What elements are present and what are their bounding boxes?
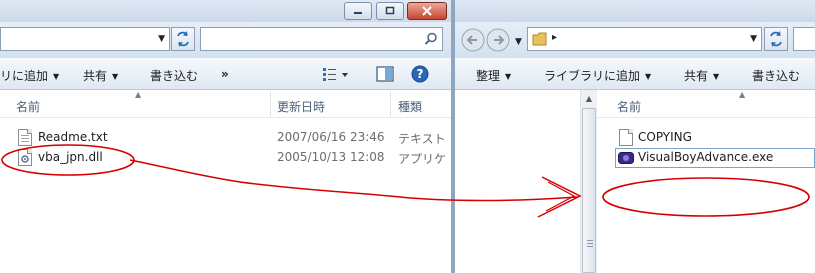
- add-to-library-label: リに追加: [0, 69, 49, 83]
- sort-ascending-icon: ▲: [135, 90, 142, 99]
- refresh-icon: [770, 31, 782, 47]
- file-name: vba_jpn.dll: [38, 150, 103, 164]
- left-address-bar: ▼: [0, 22, 451, 58]
- file-type: テキスト: [398, 132, 446, 146]
- folder-icon: [532, 32, 547, 46]
- close-button[interactable]: [407, 2, 447, 20]
- refresh-icon: [177, 31, 189, 47]
- file-name: VisualBoyAdvance.exe: [638, 150, 774, 164]
- organize-label: 整理: [476, 69, 501, 83]
- sort-ascending-icon: ▲: [739, 90, 746, 99]
- right-file-list: ▲ 名前 COPYING VisualBoyAdvance.exe: [597, 90, 815, 273]
- column-divider[interactable]: [270, 92, 271, 116]
- close-icon: [422, 6, 432, 16]
- right-column-header: ▲ 名前: [597, 90, 815, 118]
- chevron-down-icon: ▼: [505, 72, 512, 81]
- grip-line: [587, 240, 593, 241]
- minimize-button[interactable]: [344, 2, 372, 20]
- column-type[interactable]: 種類: [398, 98, 422, 115]
- right-address-field[interactable]: ▸ ▼: [527, 27, 762, 51]
- add-to-library-menu[interactable]: ライブラリに追加 ▼: [544, 67, 651, 84]
- column-date-modified[interactable]: 更新日時: [277, 98, 325, 115]
- maximize-icon: [385, 6, 395, 15]
- left-column-header: ▲ 名前 更新日時 種類: [0, 90, 451, 118]
- share-menu[interactable]: 共有 ▼: [684, 67, 719, 84]
- burn-button[interactable]: 書き込む: [752, 67, 800, 84]
- back-forward-buttons: [461, 28, 510, 52]
- address-dropdown-icon[interactable]: ▼: [158, 34, 165, 44]
- right-address-bar: ▼ ▸ ▼: [455, 22, 815, 58]
- column-name[interactable]: 名前: [16, 98, 40, 115]
- file-row-readme[interactable]: Readme.txt 2007/06/16 23:46 テキスト: [0, 128, 451, 148]
- text-file-icon: [18, 129, 32, 146]
- nav-pane-scrollbar[interactable]: ▲: [580, 90, 597, 273]
- more-commands-button[interactable]: »: [221, 67, 229, 81]
- address-dropdown-icon[interactable]: ▼: [750, 34, 757, 44]
- burn-button[interactable]: 書き込む: [150, 67, 198, 84]
- share-menu[interactable]: 共有 ▼: [83, 67, 118, 84]
- file-row-visualboyadvance[interactable]: VisualBoyAdvance.exe: [615, 148, 815, 168]
- text-file-icon: [619, 129, 633, 146]
- right-title-bar: [455, 0, 815, 22]
- minimize-icon: [354, 12, 362, 14]
- search-icon: [424, 32, 437, 45]
- file-row-vba-jpn-dll[interactable]: vba_jpn.dll 2005/10/13 12:08 アプリケ: [0, 148, 451, 168]
- column-divider[interactable]: [390, 92, 391, 116]
- add-to-library-menu[interactable]: リに追加 ▼: [0, 67, 59, 84]
- scroll-thumb[interactable]: [582, 108, 596, 273]
- share-label: 共有: [684, 69, 709, 83]
- preview-pane-icon: [376, 66, 394, 82]
- chevron-down-icon: ▼: [112, 72, 119, 81]
- file-type: アプリケ: [398, 152, 447, 166]
- grip-line: [587, 243, 593, 244]
- right-command-bar: 整理 ▼ ライブラリに追加 ▼ 共有 ▼ 書き込む: [455, 58, 815, 90]
- recent-pages-dropdown[interactable]: ▼: [515, 37, 522, 47]
- navigation-pane[interactable]: [455, 90, 580, 273]
- left-title-bar: [0, 0, 451, 22]
- file-name: COPYING: [638, 130, 692, 144]
- share-label: 共有: [83, 69, 108, 83]
- file-date: 2007/06/16 23:46: [277, 130, 385, 144]
- maximize-button[interactable]: [376, 2, 404, 20]
- refresh-button[interactable]: [171, 27, 195, 51]
- view-options-button[interactable]: [322, 66, 352, 85]
- scroll-up-button[interactable]: ▲: [581, 90, 597, 107]
- left-address-field[interactable]: ▼: [0, 27, 170, 51]
- right-explorer-window: ▼ ▸ ▼ 整理 ▼ ライブラリに追加 ▼ 共有 ▼ 書き込む ▲ ▲ 名前 C…: [455, 0, 815, 273]
- left-command-bar: リに追加 ▼ 共有 ▼ 書き込む » ?: [0, 58, 451, 90]
- add-to-library-label: ライブラリに追加: [544, 69, 641, 83]
- help-icon: ?: [411, 65, 429, 83]
- help-button[interactable]: ?: [411, 65, 429, 86]
- search-input[interactable]: [793, 27, 815, 51]
- file-date: 2005/10/13 12:08: [277, 150, 385, 164]
- search-input[interactable]: [200, 27, 443, 51]
- refresh-button[interactable]: [764, 27, 788, 51]
- column-name[interactable]: 名前: [617, 98, 641, 115]
- exe-file-icon: [618, 152, 634, 164]
- chevron-down-icon: ▼: [53, 72, 60, 81]
- chevron-down-icon: ▼: [645, 72, 652, 81]
- preview-pane-button[interactable]: [376, 66, 394, 85]
- chevron-down-icon: ▼: [713, 72, 720, 81]
- grip-line: [587, 246, 593, 247]
- breadcrumb-arrow-icon[interactable]: ▸: [552, 32, 557, 43]
- left-explorer-window: ▼ リに追加 ▼ 共有 ▼ 書き込む » ? ▲ 名前 更新日時 種類 Read…: [0, 0, 451, 273]
- organize-menu[interactable]: 整理 ▼: [476, 67, 511, 84]
- file-name: Readme.txt: [38, 130, 108, 144]
- view-options-icon: [323, 68, 348, 81]
- file-row-copying[interactable]: COPYING: [597, 128, 815, 148]
- dll-file-icon: [18, 149, 32, 166]
- svg-text:?: ?: [417, 67, 424, 81]
